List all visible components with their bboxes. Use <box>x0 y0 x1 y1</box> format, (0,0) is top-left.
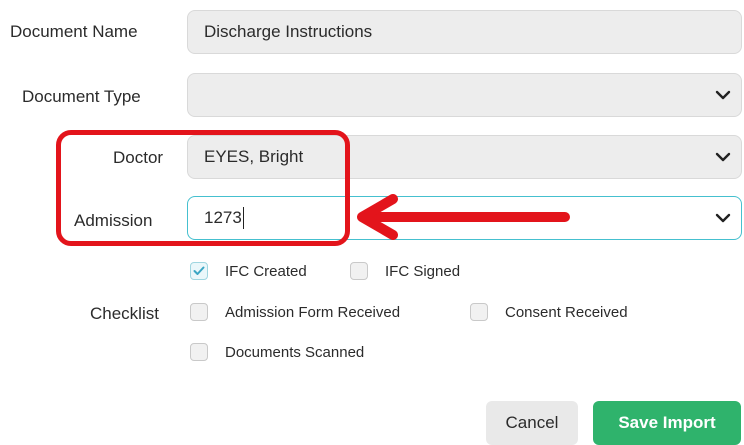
document-name-value: Discharge Instructions <box>204 22 373 41</box>
admission-select[interactable]: 1273 <box>187 196 742 240</box>
chevron-down-icon[interactable] <box>715 152 731 162</box>
checklist-item-documents-scanned[interactable]: Documents Scanned <box>190 343 364 361</box>
checklist-item-consent-received[interactable]: Consent Received <box>470 303 628 321</box>
checkbox[interactable] <box>190 262 208 280</box>
doctor-label: Doctor <box>113 148 164 167</box>
text-cursor <box>242 207 244 229</box>
document-type-label: Document Type <box>22 87 141 106</box>
document-type-select[interactable] <box>187 73 742 117</box>
chevron-down-icon[interactable] <box>715 90 731 100</box>
checklist-item-label: Admission Form Received <box>225 303 401 321</box>
checkbox[interactable] <box>190 303 208 321</box>
cancel-button[interactable]: Cancel <box>486 401 578 445</box>
checklist-item-label: Documents Scanned <box>225 343 365 361</box>
check-icon <box>193 266 205 275</box>
doctor-value: EYES, Bright <box>204 147 304 166</box>
chevron-down-icon[interactable] <box>715 213 731 223</box>
doctor-select[interactable]: EYES, Bright <box>187 135 742 179</box>
checklist-item-ifc-created[interactable]: IFC Created <box>190 262 307 280</box>
checklist-item-ifc-signed[interactable]: IFC Signed <box>350 262 460 280</box>
checklist-item-admission-form-received[interactable]: Admission Form Received <box>190 303 400 321</box>
checkbox[interactable] <box>190 343 208 361</box>
save-import-button[interactable]: Save Import <box>593 401 741 445</box>
checklist-item-label: IFC Created <box>225 262 307 280</box>
document-name-field[interactable]: Discharge Instructions <box>187 10 742 54</box>
checklist-label: Checklist <box>90 304 159 323</box>
checkbox[interactable] <box>350 262 368 280</box>
checkbox[interactable] <box>470 303 488 321</box>
document-name-label: Document Name <box>10 22 138 41</box>
checklist-item-label: Consent Received <box>505 303 628 321</box>
admission-value: 1273 <box>204 208 242 227</box>
checklist-item-label: IFC Signed <box>385 262 461 280</box>
admission-label: Admission <box>74 211 153 230</box>
